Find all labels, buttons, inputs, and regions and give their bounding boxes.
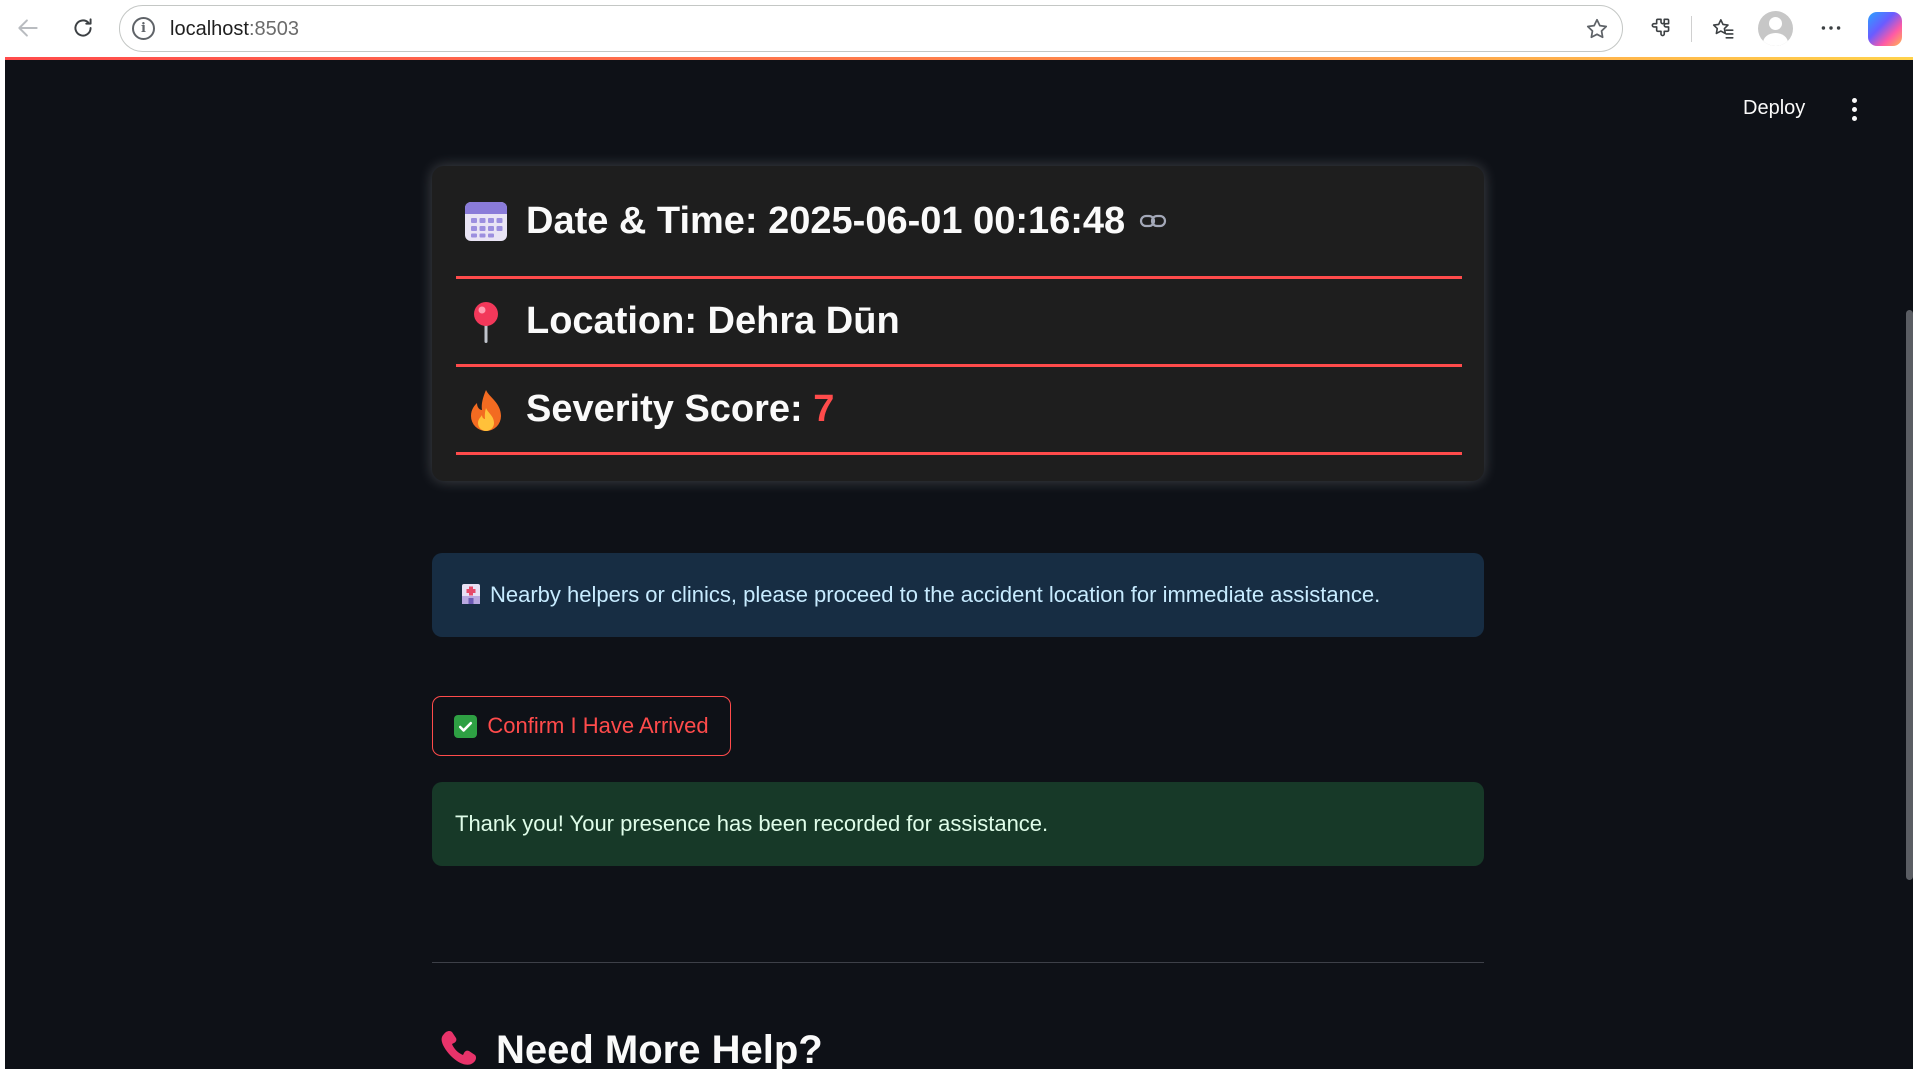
arrow-left-icon [18, 19, 38, 37]
check-mark-icon [454, 714, 478, 738]
main-menu-icon[interactable] [1850, 98, 1858, 122]
confirm-arrival-button[interactable]: Confirm I Have Arrived [432, 696, 731, 756]
info-alert-text: Nearby helpers or clinics, please procee… [490, 582, 1381, 607]
severity-row: Severity Score: 7 [456, 367, 1462, 455]
toolbar-divider [1691, 16, 1692, 42]
success-alert: Thank you! Your presence has been record… [432, 782, 1484, 866]
scrollbar-thumb[interactable] [1906, 310, 1913, 880]
help-heading: Need More Help? [438, 1026, 823, 1069]
severity-label: Severity Score: [526, 388, 814, 430]
streamlit-app: Deploy Date & Time: 2025-06-01 00:16:48 … [5, 60, 1913, 1069]
reload-icon [74, 18, 92, 37]
profile-avatar[interactable] [1758, 11, 1793, 46]
location-row: Location: Dehra Dūn [456, 279, 1462, 367]
info-alert: Nearby helpers or clinics, please procee… [432, 553, 1484, 637]
datetime-text: Date & Time: 2025-06-01 00:16:48 [526, 199, 1126, 242]
address-bar[interactable]: i localhost:8503 [119, 5, 1623, 52]
favorites-icon[interactable] [1703, 8, 1743, 48]
favorite-star-icon[interactable] [1584, 16, 1610, 47]
severity-text: Severity Score: 7 [526, 388, 834, 431]
browser-toolbar: i localhost:8503 [0, 0, 1918, 57]
phone-icon [438, 1026, 482, 1069]
copilot-icon[interactable] [1868, 12, 1902, 46]
back-button[interactable] [8, 8, 48, 48]
datetime-row: Date & Time: 2025-06-01 00:16:48 [456, 166, 1462, 279]
severity-value: 7 [813, 388, 835, 430]
extensions-icon[interactable] [1641, 8, 1681, 48]
deploy-button[interactable]: Deploy [1743, 97, 1805, 120]
round-pushpin-icon [462, 300, 509, 344]
url-text[interactable]: localhost:8503 [170, 18, 299, 41]
help-heading-text: Need More Help? [496, 1028, 823, 1069]
confirm-button-label: Confirm I Have Arrived [487, 713, 709, 738]
location-text: Location: Dehra Dūn [526, 300, 900, 342]
anchor-link-icon[interactable] [1139, 212, 1167, 230]
reload-button[interactable] [63, 8, 103, 48]
info-icon[interactable]: i [132, 17, 155, 40]
section-divider [432, 962, 1484, 963]
calendar-icon [462, 199, 509, 243]
fire-icon [462, 388, 509, 432]
success-alert-text: Thank you! Your presence has been record… [455, 811, 1049, 836]
hospital-icon [460, 581, 482, 610]
incident-card: Date & Time: 2025-06-01 00:16:48 Locatio… [432, 166, 1484, 481]
more-options-icon[interactable] [1811, 8, 1851, 48]
url-port: :8503 [248, 18, 299, 40]
url-host: localhost [170, 18, 249, 40]
